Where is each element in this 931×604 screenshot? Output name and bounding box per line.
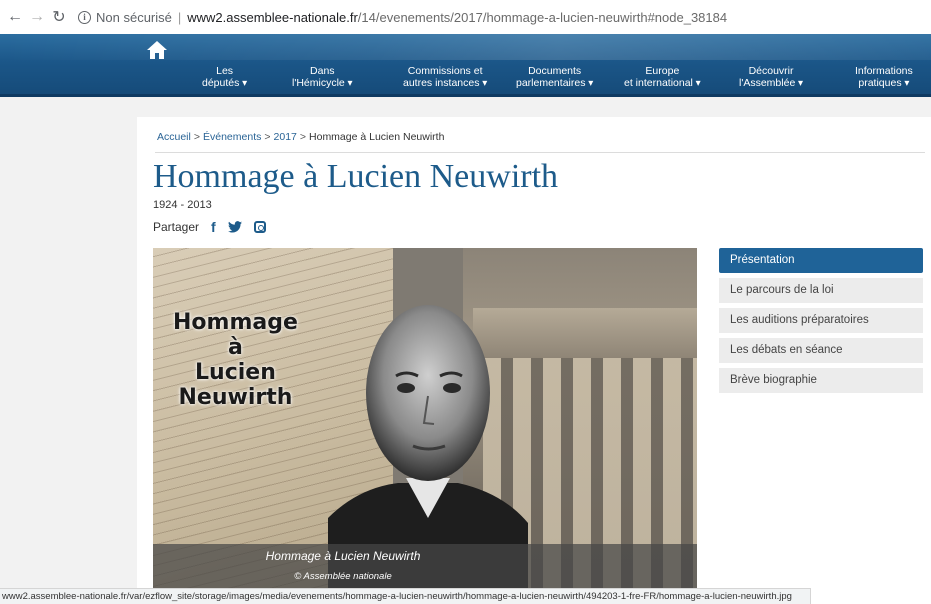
- nav-bottom-border: [0, 94, 931, 97]
- nav-label-line2: l'Hémicycle: [292, 77, 353, 90]
- nav-label-line1: Informations: [855, 65, 913, 77]
- nav-deputes[interactable]: Les députés: [202, 65, 247, 90]
- browser-toolbar: ← → ↻ i Non sécurisé | www2.assemblee-na…: [0, 0, 931, 34]
- breadcrumb-separator: >: [193, 131, 200, 143]
- facebook-icon[interactable]: f: [211, 219, 216, 235]
- breadcrumb-separator: >: [264, 131, 271, 143]
- security-label: Non sécurisé: [96, 9, 172, 25]
- info-icon[interactable]: i: [78, 10, 91, 24]
- reload-icon[interactable]: ↻: [48, 6, 70, 28]
- url-domain: www2.assemblee-nationale.fr: [187, 9, 358, 25]
- menu-debats[interactable]: Les débats en séance: [719, 338, 923, 363]
- nav-label-line1: Documents: [528, 65, 582, 77]
- breadcrumb-current: Hommage à Lucien Neuwirth: [309, 131, 445, 143]
- menu-auditions[interactable]: Les auditions préparatoires: [719, 308, 923, 333]
- home-icon[interactable]: [146, 40, 168, 60]
- breadcrumb: Accueil > Événements >2017 > Hommage à Lucien…: [157, 131, 444, 143]
- menu-biographie[interactable]: Brève biographie: [719, 368, 923, 393]
- share-bar: Partager f: [153, 219, 266, 235]
- divider: [155, 152, 925, 153]
- nav-europe[interactable]: Europe et international: [624, 65, 701, 90]
- nav-label-line1: Découvrir: [748, 65, 794, 77]
- nav-documents[interactable]: Documents parlementaires: [516, 65, 593, 90]
- url-separator: |: [177, 9, 182, 25]
- page-title: Hommage à Lucien Neuwirth: [153, 158, 559, 195]
- breadcrumb-2017[interactable]: 2017: [274, 131, 297, 143]
- back-arrow-icon[interactable]: ←: [4, 6, 26, 28]
- nav-label-line2: l'Assemblée: [739, 77, 803, 90]
- twitter-icon[interactable]: [227, 221, 242, 233]
- nav-label-line2: et international: [624, 77, 701, 90]
- image-credit: © Assemblée nationale: [294, 571, 392, 582]
- image-caption: Hommage à Lucien Neuwirth: [265, 549, 421, 563]
- breadcrumb-separator: >: [299, 131, 307, 143]
- nav-label-line2: députés: [202, 77, 247, 90]
- hero-line: Hommage: [173, 310, 298, 335]
- hero-line: à: [228, 335, 243, 360]
- hero-line: Lucien: [195, 360, 276, 385]
- side-menu: Présentation Le parcours de la loi Les a…: [719, 248, 923, 398]
- address-bar[interactable]: i Non sécurisé | www2.assemblee-national…: [78, 5, 727, 29]
- nav-label-line1: Commissions et: [407, 65, 483, 77]
- url-path: /14/evenements/2017/hommage-a-lucien-neu…: [357, 9, 728, 25]
- nav-hemicycle[interactable]: Dans l'Hémicycle: [292, 65, 353, 90]
- nav-label-line2: pratiques: [855, 77, 913, 90]
- hero-overlay-text: Hommage à Lucien Neuwirth: [173, 310, 298, 410]
- nav-label-line2: autres instances: [403, 77, 487, 90]
- menu-parcours-loi[interactable]: Le parcours de la loi: [719, 278, 923, 303]
- share-label: Partager: [153, 220, 200, 234]
- menu-presentation[interactable]: Présentation: [719, 248, 923, 273]
- nav-label-line2: parlementaires: [516, 77, 593, 90]
- status-bar-url: www2.assemblee-nationale.fr/var/ezflow_s…: [0, 588, 811, 604]
- breadcrumb-home[interactable]: Accueil: [157, 131, 191, 143]
- hero-image[interactable]: Hommage à Lucien Neuwirth Hommage à Luci…: [153, 248, 697, 588]
- nav-decoration: [0, 34, 931, 60]
- forward-arrow-icon[interactable]: →: [26, 6, 48, 28]
- life-years: 1924 - 2013: [153, 199, 212, 211]
- nav-label-line1: Les: [216, 65, 234, 77]
- portrait-photo: [328, 305, 528, 588]
- instagram-icon[interactable]: [253, 221, 266, 233]
- breadcrumb-evenements[interactable]: Événements: [203, 131, 261, 143]
- nav-commissions[interactable]: Commissions et autres instances: [403, 65, 487, 90]
- nav-label-line1: Europe: [645, 65, 680, 77]
- nav-informations[interactable]: Informations pratiques: [855, 65, 913, 90]
- nav-decouvrir[interactable]: Découvrir l'Assemblée: [739, 65, 803, 90]
- nav-label-line1: Dans: [310, 65, 335, 77]
- hero-line: Neuwirth: [178, 385, 293, 410]
